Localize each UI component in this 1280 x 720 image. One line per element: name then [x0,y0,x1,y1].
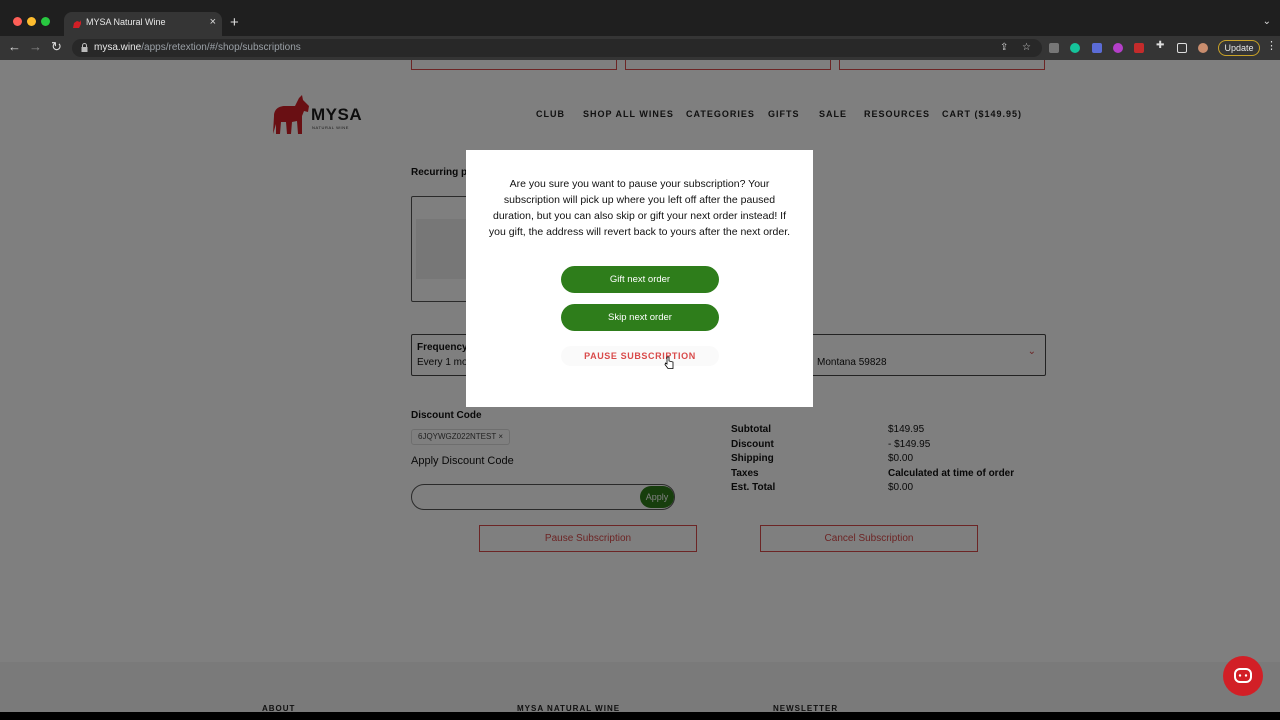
tab-search-chevron-icon[interactable]: ⌄ [1263,16,1271,27]
close-window-button[interactable] [13,17,22,26]
pause-confirm-modal: Are you sure you want to pause your subs… [466,150,813,407]
chat-launcher-button[interactable] [1223,656,1263,696]
url-domain: mysa.wine [94,42,142,53]
url-path: /apps/retextion/#/shop/subscriptions [141,42,301,53]
address-bar[interactable]: mysa.wine/apps/retextion/#/shop/subscrip… [72,39,1042,57]
extensions-puzzle-icon[interactable]: ✚ [1156,40,1166,51]
modal-message: Are you sure you want to pause your subs… [488,178,791,238]
browser-tab[interactable]: MYSA Natural Wine × [64,12,222,36]
skip-next-order-button[interactable]: Skip next order [561,304,719,331]
forward-arrow-icon[interactable]: → [29,40,42,54]
chat-bubble-icon [1234,668,1252,683]
profile-avatar[interactable] [1198,43,1208,53]
bookmark-star-icon[interactable]: ☆ [1022,42,1031,53]
mysa-favicon-icon [73,20,81,28]
new-tab-icon[interactable]: + [230,15,239,30]
web-page: MYSA NATURAL WINE CLUB SHOP ALL WINES CA… [0,60,1280,712]
side-panel-icon[interactable] [1177,43,1187,53]
screen: { "browser": { "tab_title": "MYSA Natura… [0,0,1280,720]
lock-icon [81,43,88,52]
grammarly-icon[interactable] [1070,43,1080,53]
gift-next-order-button[interactable]: Gift next order [561,266,719,293]
minimize-window-button[interactable] [27,17,36,26]
update-button[interactable]: Update [1218,40,1260,56]
browser-tab-bar: MYSA Natural Wine × + ⌄ [0,0,1280,36]
tab-title: MYSA Natural Wine [86,17,166,27]
modal-pause-subscription-button[interactable]: PAUSE SUBSCRIPTION [561,346,719,366]
maximize-window-button[interactable] [41,17,50,26]
share-icon[interactable]: ⇪ [1000,42,1008,53]
browser-menu-icon[interactable]: ⋮ [1266,41,1277,52]
tab-close-icon[interactable]: × [210,16,216,28]
back-arrow-icon[interactable]: ← [8,40,21,54]
reload-icon[interactable]: ↻ [51,40,62,54]
extension-circle-icon[interactable] [1113,43,1123,53]
extension-icon[interactable] [1049,43,1059,53]
extension-badge-icon[interactable] [1092,43,1102,53]
browser-toolbar: ← → ↻ mysa.wine/apps/retextion/#/shop/su… [0,36,1280,60]
extension-red-icon[interactable] [1134,43,1144,53]
hand-cursor-icon [664,356,674,369]
url-text: mysa.wine/apps/retextion/#/shop/subscrip… [94,42,301,53]
bottom-edge [0,712,1280,720]
